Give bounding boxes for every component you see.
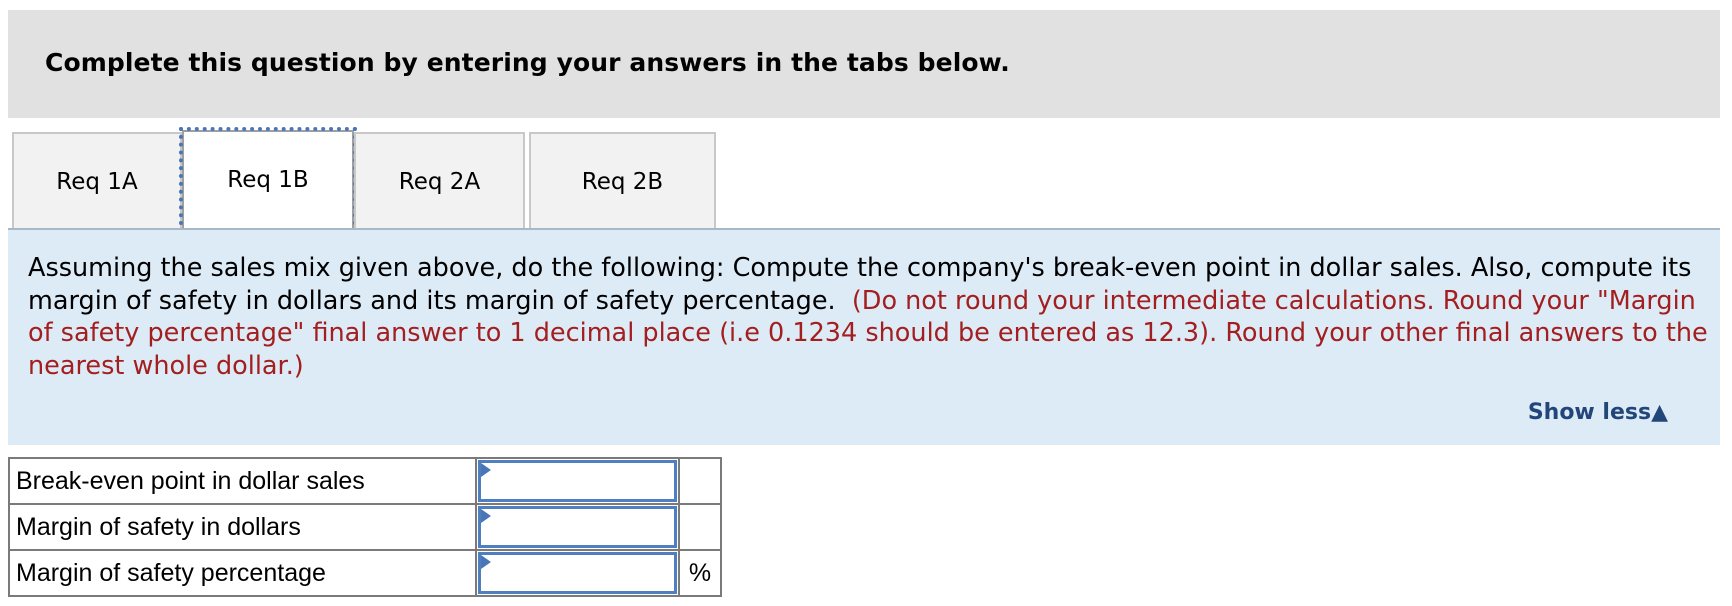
- question-panel: Assuming the sales mix given above, do t…: [8, 228, 1720, 445]
- instruction-title: Complete this question by entering your …: [45, 48, 1010, 77]
- row-label: Margin of safety in dollars: [8, 503, 477, 551]
- question-text: Assuming the sales mix given above, do t…: [28, 252, 1718, 382]
- input-cell: [475, 549, 680, 597]
- percent-unit-label: %: [678, 549, 722, 597]
- show-less-link[interactable]: Show less▲: [1528, 400, 1668, 425]
- unit-label: [678, 503, 722, 551]
- answer-table: Break-even point in dollar sales Margin …: [8, 457, 722, 597]
- show-less-label: Show less: [1527, 400, 1652, 425]
- instruction-banner: Complete this question by entering your …: [8, 10, 1720, 118]
- margin-of-safety-dollars-input[interactable]: [478, 506, 677, 548]
- row-label: Margin of safety percentage: [8, 549, 477, 597]
- input-cell: [475, 503, 680, 551]
- triangle-up-icon: ▲: [1651, 400, 1668, 425]
- table-row: Margin of safety percentage %: [8, 549, 722, 597]
- unit-label: [678, 457, 722, 505]
- table-row: Margin of safety in dollars: [8, 503, 722, 551]
- tab-req-1a[interactable]: Req 1A: [12, 132, 182, 229]
- tab-req-1b[interactable]: Req 1B: [179, 127, 357, 233]
- row-label: Break-even point in dollar sales: [8, 457, 477, 505]
- break-even-dollar-sales-input[interactable]: [478, 460, 677, 502]
- tab-req-2b[interactable]: Req 2B: [529, 132, 716, 229]
- tab-req-2a[interactable]: Req 2A: [354, 132, 525, 229]
- table-row: Break-even point in dollar sales: [8, 457, 722, 505]
- input-cell: [475, 457, 680, 505]
- margin-of-safety-percentage-input[interactable]: [478, 552, 677, 594]
